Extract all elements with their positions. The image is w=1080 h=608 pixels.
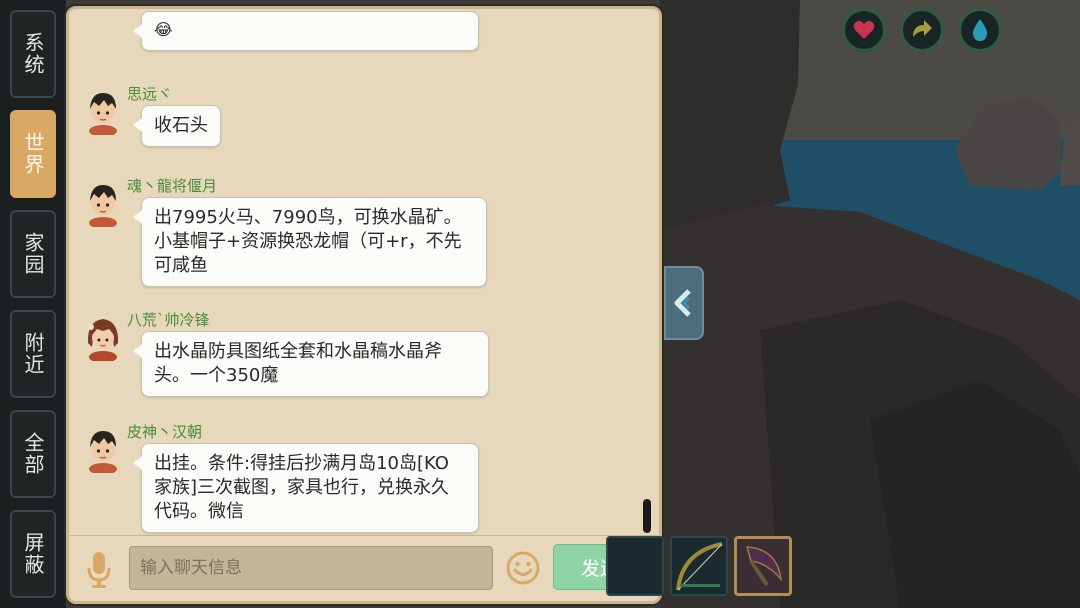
sender-name[interactable]: 八荒`帅冷锋 bbox=[127, 309, 210, 330]
collapse-chat-button[interactable] bbox=[664, 266, 704, 340]
bow-item-icon bbox=[676, 542, 723, 591]
microphone-icon[interactable] bbox=[85, 550, 113, 590]
sickle-item-icon bbox=[745, 546, 783, 587]
girl-avatar[interactable] bbox=[83, 313, 123, 361]
boy-avatar[interactable] bbox=[83, 179, 123, 227]
chat-message: 皮神丶汉朝 出挂。条件:得挂后抄满月岛10岛[KO家族]三次截图，家具也行，兑换… bbox=[69, 421, 629, 533]
water-drop-icon bbox=[972, 19, 988, 41]
message-list[interactable]: 😂 思远ヾ 收石头 魂丶龍将偃月 出7995火马、7990鸟，可换水晶矿。小基帽… bbox=[69, 9, 659, 535]
tab-all[interactable]: 全部 bbox=[10, 410, 56, 498]
message-text: 出7995火马、7990鸟，可换水晶矿。小基帽子+资源换恐龙帽（可+r，不先可咸… bbox=[154, 207, 462, 276]
health-status[interactable] bbox=[842, 8, 886, 52]
hotbar-slot-selected[interactable] bbox=[734, 536, 792, 596]
message-text: 😂 bbox=[154, 20, 173, 39]
message-text: 出挂。条件:得挂后抄满月岛10岛[KO家族]三次截图，家具也行，兑换永久代码。微… bbox=[154, 453, 450, 522]
boy-avatar[interactable] bbox=[83, 87, 123, 135]
tab-blocked[interactable]: 屏蔽 bbox=[10, 510, 56, 598]
message-bubble: 出7995火马、7990鸟，可换水晶矿。小基帽子+资源换恐龙帽（可+r，不先可咸… bbox=[133, 197, 487, 287]
sender-name[interactable]: 思远ヾ bbox=[127, 83, 172, 104]
stamina-status[interactable] bbox=[900, 8, 944, 52]
hotbar-slot[interactable] bbox=[670, 536, 728, 596]
sender-name[interactable]: 魂丶龍将偃月 bbox=[127, 175, 217, 196]
chat-message: 😂 bbox=[69, 9, 629, 59]
scrollbar-thumb[interactable] bbox=[643, 499, 651, 533]
chevron-left-icon bbox=[674, 289, 691, 317]
thirst-status[interactable] bbox=[958, 8, 1002, 52]
chat-message: 思远ヾ 收石头 bbox=[69, 83, 629, 153]
message-bubble: 出挂。条件:得挂后抄满月岛10岛[KO家族]三次截图，家具也行，兑换永久代码。微… bbox=[133, 443, 479, 533]
boy-avatar[interactable] bbox=[83, 425, 123, 473]
hotbar-slot[interactable] bbox=[606, 536, 664, 596]
tab-home[interactable]: 家园 bbox=[10, 210, 56, 298]
chat-message: 魂丶龍将偃月 出7995火马、7990鸟，可换水晶矿。小基帽子+资源换恐龙帽（可… bbox=[69, 175, 629, 287]
tab-nearby[interactable]: 附近 bbox=[10, 310, 56, 398]
chat-input-bar: 发送 bbox=[69, 535, 659, 601]
stamina-icon bbox=[913, 20, 932, 37]
tab-world[interactable]: 世界 bbox=[10, 110, 56, 198]
heart-icon bbox=[853, 20, 875, 39]
tab-system[interactable]: 系统 bbox=[10, 10, 56, 98]
sender-name[interactable]: 皮神丶汉朝 bbox=[127, 421, 202, 442]
message-text: 出水晶防具图纸全套和水晶稿水晶斧头。一个350魔 bbox=[154, 341, 442, 386]
message-bubble: 收石头 bbox=[133, 105, 221, 147]
emoji-icon[interactable] bbox=[505, 550, 541, 586]
chat-message: 八荒`帅冷锋 出水晶防具图纸全套和水晶稿水晶斧头。一个350魔 bbox=[69, 309, 629, 399]
chat-panel: 😂 思远ヾ 收石头 魂丶龍将偃月 出7995火马、7990鸟，可换水晶矿。小基帽… bbox=[66, 6, 662, 604]
channel-tab-strip: 系统 世界 家园 附近 全部 屏蔽 bbox=[0, 0, 66, 608]
chat-message-input[interactable] bbox=[129, 546, 493, 590]
message-text: 收石头 bbox=[154, 115, 208, 136]
message-bubble: 出水晶防具图纸全套和水晶稿水晶斧头。一个350魔 bbox=[133, 331, 489, 397]
message-bubble: 😂 bbox=[133, 11, 479, 51]
